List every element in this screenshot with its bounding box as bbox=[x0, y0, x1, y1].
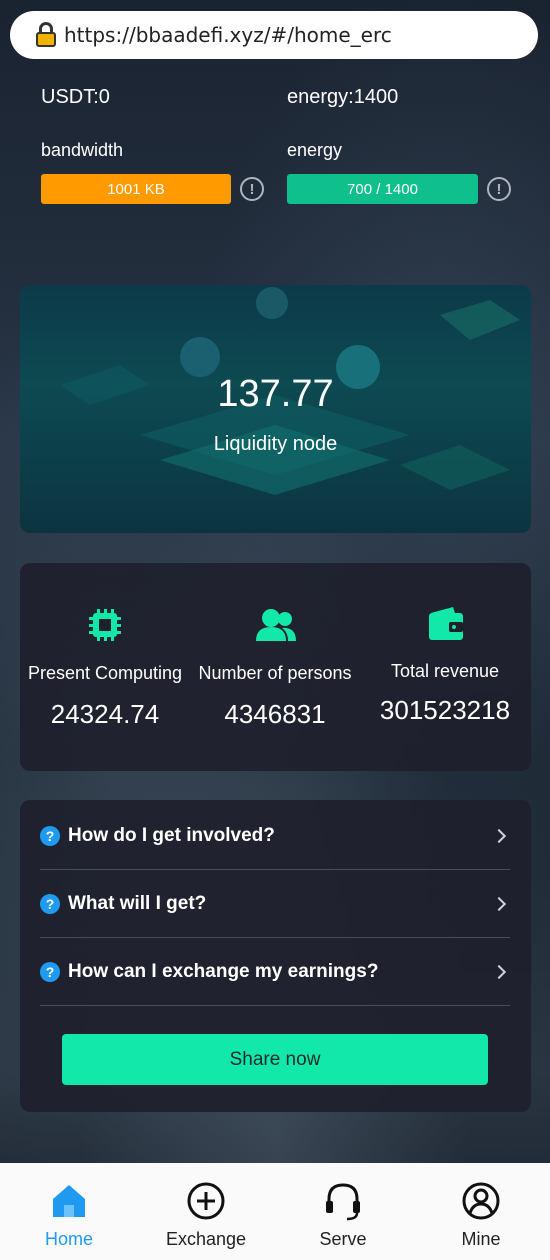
address-bar[interactable]: https://bbaadefi.xyz/#/home_erc bbox=[10, 11, 538, 59]
stat-title: Number of persons bbox=[198, 663, 352, 683]
question-icon: ? bbox=[40, 961, 60, 982]
liquidity-banner: 137.77 Liquidity node bbox=[20, 285, 531, 533]
faq-card: ? How do I get involved? ? What will I g… bbox=[20, 800, 531, 1112]
wallet-icon bbox=[429, 607, 463, 640]
question-icon: ? bbox=[40, 893, 60, 914]
faq-item-what-will-i-get[interactable]: ? What will I get? bbox=[40, 870, 510, 938]
user-circle-icon bbox=[462, 1182, 500, 1220]
share-now-button[interactable]: Share now bbox=[62, 1034, 488, 1085]
home-icon bbox=[53, 1185, 85, 1217]
bitcoin-coin-icon bbox=[256, 287, 288, 319]
nav-serve[interactable]: Serve bbox=[288, 1163, 398, 1260]
bandwidth-title: bandwidth bbox=[41, 140, 124, 160]
energy-bar: 700 / 1400 bbox=[287, 174, 478, 204]
stat-value: 24324.74 bbox=[50, 699, 160, 729]
energy-info-icon[interactable]: ! bbox=[487, 177, 511, 201]
chevron-right-icon bbox=[491, 896, 507, 911]
faq-question: How can I exchange my earnings? bbox=[68, 960, 379, 982]
nav-label: Home bbox=[44, 1229, 93, 1249]
bandwidth-value: 1001 KB bbox=[107, 180, 165, 198]
faq-question: What will I get? bbox=[68, 892, 207, 914]
stats-card: Present Computing 24324.74 Number of per… bbox=[20, 563, 531, 771]
bandwidth-info-icon[interactable]: ! bbox=[240, 177, 264, 201]
liquidity-value: 137.77 bbox=[217, 373, 334, 415]
chip-icon bbox=[89, 609, 121, 641]
nav-home[interactable]: Home bbox=[14, 1163, 124, 1260]
liquidity-label: Liquidity node bbox=[213, 433, 338, 455]
faq-item-exchange-earnings[interactable]: ? How can I exchange my earnings? bbox=[40, 938, 510, 1006]
bottom-nav: Home Exchange Serve Mine bbox=[0, 1163, 550, 1260]
energy-title: energy bbox=[287, 140, 343, 160]
nav-label: Mine bbox=[461, 1229, 501, 1249]
energy-value: 700 / 1400 bbox=[347, 180, 418, 198]
energy-balance: energy:1400 bbox=[287, 86, 399, 108]
stat-title: Total revenue bbox=[390, 661, 500, 681]
stat-value: 4346831 bbox=[224, 699, 326, 729]
chevron-right-icon bbox=[491, 828, 507, 843]
faq-item-get-involved[interactable]: ? How do I get involved? bbox=[40, 802, 510, 870]
chevron-right-icon bbox=[491, 964, 507, 979]
stat-value: 301523218 bbox=[379, 695, 511, 725]
nav-mine[interactable]: Mine bbox=[426, 1163, 536, 1260]
nav-label: Exchange bbox=[165, 1229, 247, 1249]
headset-icon bbox=[326, 1183, 360, 1221]
question-icon: ? bbox=[40, 825, 60, 846]
lock-icon bbox=[36, 22, 56, 48]
url-text: https://bbaadefi.xyz/#/home_erc bbox=[64, 23, 392, 47]
faq-question: How do I get involved? bbox=[68, 824, 275, 846]
plus-circle-icon bbox=[187, 1182, 225, 1220]
bandwidth-bar: 1001 KB bbox=[41, 174, 231, 204]
nav-exchange[interactable]: Exchange bbox=[151, 1163, 261, 1260]
stat-title: Present Computing bbox=[27, 663, 183, 683]
users-icon bbox=[256, 609, 296, 641]
usdt-balance: USDT:0 bbox=[41, 86, 110, 108]
ethereum-coin-icon bbox=[180, 337, 220, 377]
nav-label: Serve bbox=[319, 1229, 367, 1249]
